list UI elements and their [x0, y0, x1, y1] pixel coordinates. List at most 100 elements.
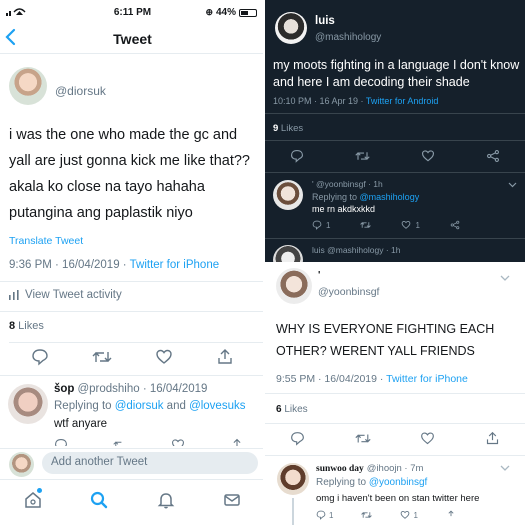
like-count: 1 — [415, 220, 420, 230]
divider — [265, 140, 525, 141]
reply-action-bar: 1 1 — [316, 510, 506, 520]
retweet-icon[interactable] — [92, 348, 112, 370]
mention-link[interactable]: @lovesuks — [189, 400, 245, 412]
translate-tweet-link[interactable]: Translate Tweet — [9, 235, 83, 247]
share-button[interactable] — [446, 510, 456, 520]
tweet-text: WHY IS EVERYONE FIGHTING EACH OTHER? WER… — [276, 322, 495, 358]
tweet-action-bar — [265, 149, 525, 165]
tweet-meta: 9:36 PM · 16/04/2019 · Twitter for iPhon… — [9, 259, 219, 271]
tweet-source-link[interactable]: Twitter for Android — [366, 96, 439, 106]
chevron-down-icon[interactable] — [508, 182, 517, 188]
tweet-header: Tweet — [0, 24, 265, 54]
share-icon[interactable] — [216, 348, 234, 370]
tweet-source-link[interactable]: Twitter for iPhone — [130, 259, 219, 271]
divider — [265, 393, 525, 394]
avatar[interactable] — [8, 384, 48, 424]
tweet-author-handle[interactable]: @yoonbinsgf — [318, 286, 379, 298]
like-heart-icon — [401, 510, 410, 519]
reply-button[interactable]: 1 — [312, 220, 330, 230]
like-button[interactable]: 1 — [400, 510, 418, 520]
chevron-down-icon[interactable] — [500, 465, 510, 472]
mention-link[interactable]: @yoonbinsgf — [369, 477, 428, 488]
add-tweet-input[interactable]: Add another Tweet — [42, 452, 258, 474]
retweet-button[interactable] — [360, 220, 372, 230]
reply-author[interactable]: ' @yoonbinsgf · 1h — [312, 179, 383, 189]
divider — [265, 172, 525, 173]
tweet-text-line: akala ko close na tayo hahaha — [9, 179, 205, 195]
mention-link[interactable]: @mashihology — [360, 192, 420, 202]
avatar[interactable] — [276, 268, 312, 304]
reply-display-name: šop — [54, 383, 75, 395]
messages-envelope-icon[interactable] — [222, 490, 242, 510]
battery-percent: 44% — [215, 7, 236, 18]
likes-count[interactable]: 6 Likes — [276, 404, 308, 415]
reply-button[interactable]: 1 — [316, 510, 333, 520]
thread-line — [292, 498, 294, 525]
share-icon — [448, 510, 454, 517]
tweet-source-link[interactable]: Twitter for iPhone — [386, 373, 468, 385]
like-heart-icon[interactable] — [171, 438, 185, 446]
retweet-icon[interactable] — [355, 149, 370, 165]
divider — [265, 455, 525, 456]
notifications-bell-icon[interactable] — [156, 490, 176, 510]
battery-indicator: ⊕ 44% — [205, 7, 257, 18]
retweet-icon[interactable] — [113, 438, 127, 446]
tweet-text: my moots fighting in a language I don't … — [273, 58, 520, 89]
replying-to: Replying to @diorsuk and @lovesuks — [54, 400, 245, 412]
chevron-down-icon[interactable] — [500, 275, 510, 282]
divider — [265, 238, 525, 239]
divider — [9, 342, 265, 343]
reply-icon[interactable] — [54, 438, 68, 446]
share-icon[interactable] — [485, 431, 500, 447]
avatar[interactable] — [277, 463, 309, 495]
reply-action-bar: 1 1 — [312, 220, 512, 230]
tweet-author-handle[interactable]: @mashihology — [315, 32, 381, 43]
replying-and-label: and — [163, 400, 190, 412]
status-bar: 6:11 PM ⊕ 44% — [0, 0, 265, 24]
avatar[interactable] — [275, 12, 307, 44]
reply-handle: @ihoojn · 7m — [366, 463, 424, 474]
search-icon[interactable] — [89, 490, 109, 510]
reply-icon — [316, 510, 326, 520]
likes-label: Likes — [281, 404, 308, 415]
tweet-author-name[interactable]: luis — [315, 15, 335, 27]
divider — [265, 113, 525, 114]
activity-label: View Tweet activity — [25, 289, 122, 301]
share-button[interactable] — [450, 220, 460, 230]
tweet-text-line: putangina ang paplastik niyo — [9, 205, 193, 221]
bar-chart-icon — [9, 290, 19, 300]
tweet-meta: 10:10 PM · 16 Apr 19 · Twitter for Andro… — [273, 96, 438, 106]
battery-icon — [239, 8, 257, 17]
reply-icon[interactable] — [290, 149, 304, 165]
avatar — [9, 452, 34, 477]
tweet-author-handle[interactable]: @diorsuk — [55, 84, 106, 98]
share-icon[interactable] — [230, 438, 244, 446]
avatar[interactable] — [273, 180, 303, 210]
like-heart-icon[interactable] — [155, 348, 173, 370]
reply-author[interactable]: šop @prodshiho · 16/04/2019 — [54, 383, 207, 395]
likes-count[interactable]: 8 Likes — [9, 320, 44, 332]
divider — [0, 281, 265, 282]
retweet-icon[interactable] — [355, 431, 371, 447]
reply-icon[interactable] — [290, 431, 305, 447]
likes-count[interactable]: 9 Likes — [273, 123, 303, 134]
reply-text: wtf anyare — [54, 418, 108, 430]
reply-author[interactable]: sunwoo day @ihoojn · 7m — [316, 463, 423, 474]
page-title: Tweet — [113, 31, 152, 47]
retweet-icon — [360, 222, 372, 228]
tweet-timestamp: 9:36 PM · 16/04/2019 · — [9, 259, 130, 271]
mention-link[interactable]: @diorsuk — [115, 400, 164, 412]
tweet-text-line: yall are just gonna kick me like that?? — [9, 153, 250, 169]
view-tweet-activity-button[interactable]: View Tweet activity — [9, 289, 122, 301]
like-heart-icon[interactable] — [420, 431, 435, 447]
reply-author[interactable]: luis @mashihology · 1h — [312, 245, 400, 255]
tweet-timestamp: 9:55 PM · 16/04/2019 · — [276, 373, 387, 385]
share-icon[interactable] — [486, 149, 500, 165]
tweet-author-name[interactable]: ' — [318, 270, 320, 281]
like-button[interactable]: 1 — [401, 220, 420, 230]
like-heart-icon[interactable] — [421, 149, 435, 165]
avatar[interactable] — [9, 67, 47, 105]
retweet-button[interactable] — [361, 510, 373, 520]
replying-to: Replying to @yoonbinsgf — [316, 477, 427, 488]
reply-icon[interactable] — [31, 348, 49, 370]
